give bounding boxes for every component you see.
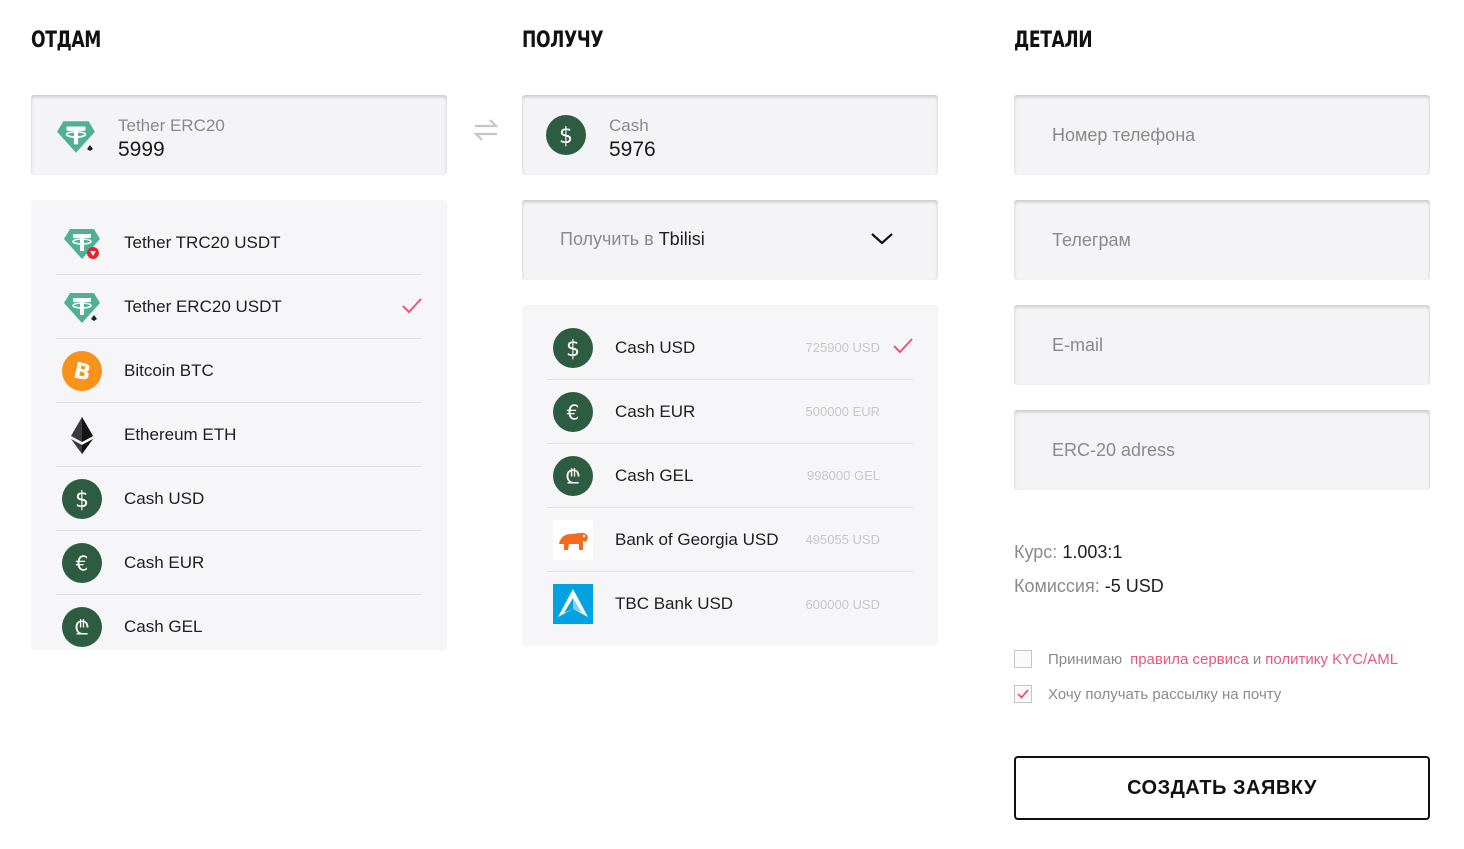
give-item-label: Ethereum ETH bbox=[124, 424, 237, 444]
give-item-cash-eur[interactable]: Cash EUR bbox=[56, 531, 422, 595]
newsletter-label: Хочу получать рассылку на почту bbox=[1048, 685, 1282, 703]
give-item-cash-gel[interactable]: Cash GEL bbox=[56, 595, 422, 659]
newsletter-checkbox[interactable] bbox=[1014, 685, 1032, 703]
get-item-cash-gel[interactable]: Cash GEL 998000 GEL bbox=[547, 444, 913, 508]
get-item-cash-eur[interactable]: Cash EUR 500000 EUR bbox=[547, 380, 913, 444]
tether-erc20-icon bbox=[62, 287, 102, 327]
give-title: ОТДАМ bbox=[31, 28, 101, 53]
reserve-amount: 600000 USD bbox=[805, 596, 880, 612]
fee-value: -5 USD bbox=[1104, 576, 1164, 596]
tether-trc20-icon bbox=[62, 223, 102, 263]
email-input[interactable] bbox=[1014, 305, 1430, 385]
get-item-bank-of-georgia-usd[interactable]: Bank of Georgia USD 495055 USD bbox=[547, 508, 913, 572]
get-amount-input[interactable]: 5976 bbox=[609, 138, 656, 162]
get-item-tbc-bank-usd[interactable]: TBC Bank USD 600000 USD bbox=[547, 572, 913, 636]
give-item-label: Bitcoin BTC bbox=[124, 360, 214, 380]
ethereum-icon bbox=[71, 416, 93, 454]
details-title: ДЕТАЛИ bbox=[1014, 28, 1093, 53]
dollar-icon bbox=[546, 115, 586, 155]
terms-checkbox[interactable] bbox=[1014, 650, 1032, 668]
get-amount-field[interactable]: Cash 5976 bbox=[522, 95, 938, 175]
fee-label: Комиссия: bbox=[1014, 576, 1100, 596]
give-item-label: Cash GEL bbox=[124, 617, 203, 636]
reserve-amount: 725900 USD bbox=[805, 340, 880, 355]
euro-icon bbox=[62, 543, 102, 583]
newsletter-agreement: Хочу получать рассылку на почту bbox=[1014, 685, 1281, 703]
city-select-text: Получить в Tbilisi bbox=[560, 229, 705, 250]
exchange-rate: Курс: 1.003:1 bbox=[1014, 542, 1122, 563]
bank-of-georgia-icon bbox=[553, 519, 593, 560]
city-select-prefix: Получить в bbox=[560, 229, 659, 249]
reserve-amount: 998000 GEL bbox=[806, 468, 880, 483]
phone-input[interactable] bbox=[1014, 95, 1430, 175]
wallet-address-input[interactable] bbox=[1014, 410, 1430, 490]
lari-icon bbox=[553, 456, 593, 496]
euro-icon bbox=[553, 392, 593, 432]
give-item-cash-usd[interactable]: Cash USD bbox=[56, 467, 422, 531]
checkmark-icon bbox=[893, 338, 913, 354]
terms-prefix: Принимаю bbox=[1048, 650, 1123, 668]
rate-label: Курс: bbox=[1014, 542, 1058, 562]
get-currency-label: Cash bbox=[609, 116, 649, 135]
tbc-bank-icon bbox=[553, 584, 593, 624]
get-item-label: Cash USD bbox=[615, 337, 696, 357]
give-item-bitcoin[interactable]: B Bitcoin BTC bbox=[56, 339, 422, 403]
dollar-icon bbox=[62, 479, 102, 519]
give-item-label: Cash EUR bbox=[124, 552, 205, 572]
get-currency-list: Cash USD 725900 USD Cash EUR 500000 EUR … bbox=[522, 305, 938, 646]
give-amount-field[interactable]: Tether ERC20 5999 bbox=[31, 95, 447, 175]
kyc-aml-link[interactable]: политику KYC/AML bbox=[1265, 651, 1398, 668]
get-item-label: Cash GEL bbox=[615, 465, 694, 485]
terms-and: и bbox=[1252, 650, 1262, 668]
get-item-label: Cash EUR bbox=[615, 401, 696, 421]
city-select-value: Tbilisi bbox=[658, 229, 705, 249]
checkmark-icon bbox=[402, 298, 422, 314]
give-item-label: Cash USD bbox=[124, 488, 205, 508]
rules-link[interactable]: правила сервиса bbox=[1130, 651, 1249, 668]
give-item-label: Tether TRC20 USDT bbox=[124, 232, 281, 252]
give-item-tether-erc20[interactable]: Tether ERC20 USDT bbox=[56, 275, 422, 339]
lari-icon bbox=[62, 607, 102, 647]
swap-icon[interactable] bbox=[472, 116, 500, 144]
create-request-button[interactable]: СОЗДАТЬ ЗАЯВКУ bbox=[1014, 756, 1430, 820]
bitcoin-icon: B bbox=[62, 350, 102, 391]
city-select[interactable]: Получить в Tbilisi bbox=[522, 200, 938, 280]
terms-agreement: Принимаю правила сервиса и политику KYC/… bbox=[1014, 650, 1398, 668]
give-item-label: Tether ERC20 USDT bbox=[124, 296, 282, 316]
rate-value: 1.003:1 bbox=[1062, 542, 1123, 562]
give-currency-list: Tether TRC20 USDT Tether ERC20 USDT B Bi… bbox=[31, 200, 447, 650]
reserve-amount: 495055 USD bbox=[805, 532, 880, 547]
fee: Комиссия: -5 USD bbox=[1014, 576, 1164, 597]
dollar-icon bbox=[553, 328, 593, 368]
give-currency-label: Tether ERC20 bbox=[118, 116, 225, 135]
telegram-input[interactable] bbox=[1014, 200, 1430, 280]
chevron-down-icon[interactable] bbox=[870, 232, 894, 246]
checkmark-icon bbox=[1017, 689, 1029, 699]
give-item-ethereum[interactable]: Ethereum ETH bbox=[56, 403, 422, 467]
get-item-label: TBC Bank USD bbox=[615, 594, 734, 613]
tether-erc20-icon bbox=[55, 115, 97, 157]
give-amount-input[interactable]: 5999 bbox=[118, 138, 165, 162]
reserve-amount: 500000 EUR bbox=[805, 404, 880, 419]
get-item-label: Bank of Georgia USD bbox=[615, 529, 779, 549]
get-title: ПОЛУЧУ bbox=[522, 28, 604, 53]
give-item-tether-trc20[interactable]: Tether TRC20 USDT bbox=[56, 200, 422, 275]
get-item-cash-usd[interactable]: Cash USD 725900 USD bbox=[547, 305, 913, 380]
